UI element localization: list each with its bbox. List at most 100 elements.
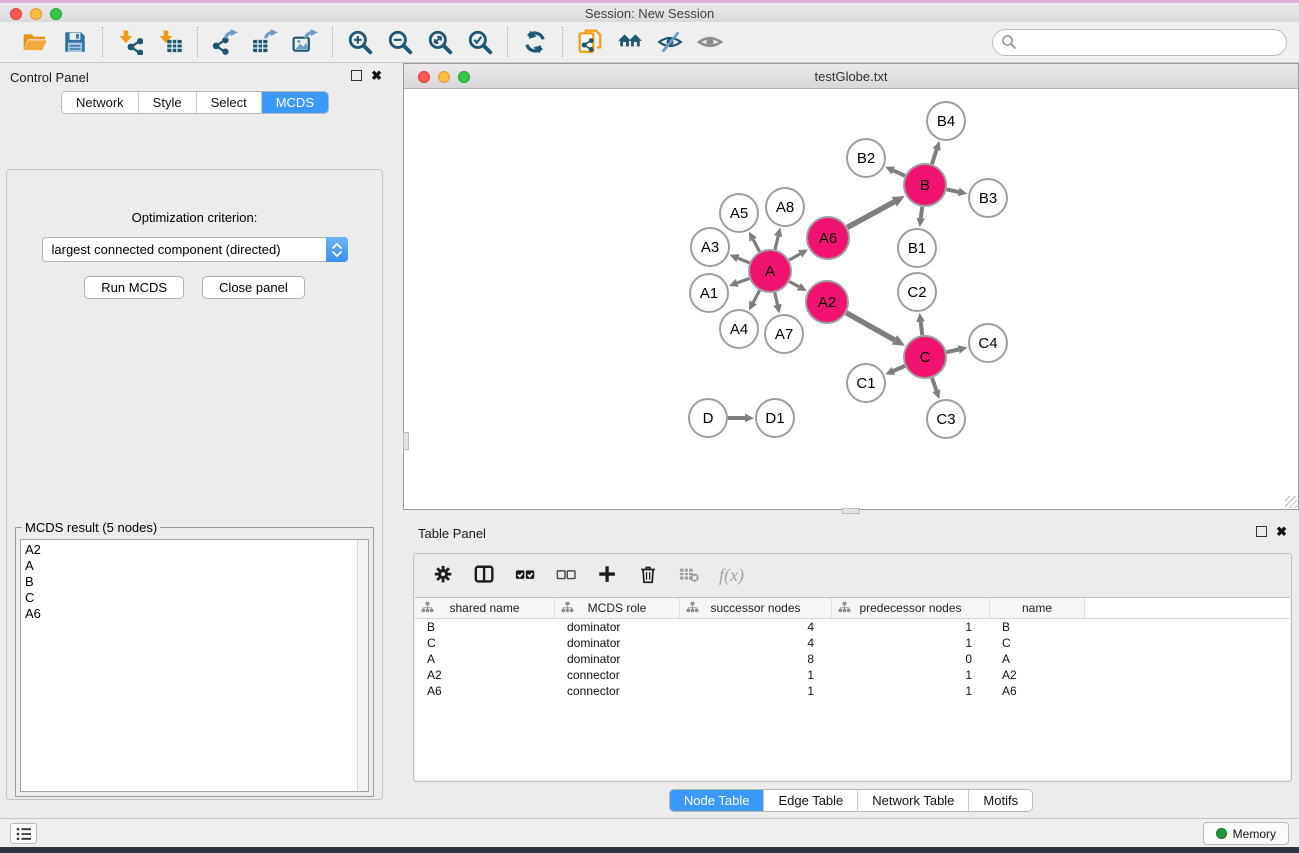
cell-MCDS-role[interactable]: dominator xyxy=(555,619,680,635)
table-float-icon[interactable] xyxy=(1256,526,1267,537)
cell-shared-name[interactable]: C xyxy=(415,635,555,651)
cell-successor-nodes[interactable]: 4 xyxy=(680,619,832,635)
network-canvas[interactable]: B4B2BB3A8A5A6B1A3AC2A1A2A4A7C4CC1C3DD1 xyxy=(404,89,1298,509)
cell-successor-nodes[interactable]: 1 xyxy=(680,667,832,683)
refresh-icon[interactable] xyxy=(520,27,550,57)
show-eye-icon[interactable] xyxy=(695,27,725,57)
node-A[interactable]: A xyxy=(749,250,791,292)
edge-D-D1[interactable] xyxy=(728,414,754,423)
zoom-selected-icon[interactable] xyxy=(465,27,495,57)
node-A6[interactable]: A6 xyxy=(807,217,849,259)
delete-column-icon[interactable] xyxy=(637,563,661,587)
node-A7[interactable]: A7 xyxy=(765,315,803,353)
zoom-fit-icon[interactable] xyxy=(425,27,455,57)
search-input[interactable] xyxy=(992,29,1287,56)
result-item[interactable]: A2 xyxy=(25,542,364,558)
result-item[interactable]: B xyxy=(25,574,364,590)
node-B1[interactable]: B1 xyxy=(898,229,936,267)
tab-network[interactable]: Network xyxy=(62,92,139,113)
node-A4[interactable]: A4 xyxy=(720,310,758,348)
task-history-button[interactable] xyxy=(10,823,37,844)
cell-shared-name[interactable]: B xyxy=(415,619,555,635)
column-header-successor-nodes[interactable]: successor nodes xyxy=(680,598,832,618)
edge-A-A7[interactable] xyxy=(773,292,781,313)
tab-style[interactable]: Style xyxy=(139,92,197,113)
result-item[interactable]: A6 xyxy=(25,606,364,622)
table-row[interactable]: A6connector11A6 xyxy=(415,683,1290,699)
close-panel-icon[interactable]: ✖ xyxy=(371,70,382,81)
table-tab-edge-table[interactable]: Edge Table xyxy=(764,790,858,811)
deselect-all-icon[interactable] xyxy=(555,563,579,587)
import-table-icon[interactable] xyxy=(155,27,185,57)
cell-predecessor-nodes[interactable]: 1 xyxy=(832,619,990,635)
cell-predecessor-nodes[interactable]: 1 xyxy=(832,635,990,651)
cell-predecessor-nodes[interactable]: 1 xyxy=(832,683,990,699)
table-row[interactable]: Bdominator41B xyxy=(415,619,1290,635)
cell-successor-nodes[interactable]: 1 xyxy=(680,683,832,699)
cell-name[interactable]: A2 xyxy=(990,667,1085,683)
hide-panel-icon[interactable] xyxy=(655,27,685,57)
criterion-select[interactable]: largest connected component (directed) xyxy=(42,237,348,262)
cell-name[interactable]: A xyxy=(990,651,1085,667)
run-mcds-button[interactable]: Run MCDS xyxy=(84,276,184,299)
edge-C-C2[interactable] xyxy=(916,313,924,335)
node-C1[interactable]: C1 xyxy=(847,364,885,402)
horizontal-scroll-stub[interactable] xyxy=(842,508,860,514)
cell-shared-name[interactable]: A2 xyxy=(415,667,555,683)
edge-A-A5[interactable] xyxy=(749,232,760,252)
node-C2[interactable]: C2 xyxy=(898,273,936,311)
node-B4[interactable]: B4 xyxy=(927,102,965,140)
node-B3[interactable]: B3 xyxy=(969,179,1007,217)
zoom-out-icon[interactable] xyxy=(385,27,415,57)
select-all-icon[interactable] xyxy=(514,563,538,587)
memory-button[interactable]: Memory xyxy=(1203,822,1289,845)
close-panel-button[interactable]: Close panel xyxy=(202,276,305,299)
table-row[interactable]: A2connector11A2 xyxy=(415,667,1290,683)
edge-B-B2[interactable] xyxy=(885,167,905,176)
edge-B-B1[interactable] xyxy=(917,207,925,227)
edge-A-A4[interactable] xyxy=(749,290,760,310)
export-network-icon[interactable] xyxy=(210,27,240,57)
duplicate-network-icon[interactable] xyxy=(575,27,605,57)
vertical-scroll-stub[interactable] xyxy=(403,432,409,450)
table-tab-motifs[interactable]: Motifs xyxy=(969,790,1032,811)
cell-successor-nodes[interactable]: 4 xyxy=(680,635,832,651)
result-scrollbar[interactable] xyxy=(357,540,368,791)
cell-MCDS-role[interactable]: connector xyxy=(555,683,680,699)
table-tab-network-table[interactable]: Network Table xyxy=(858,790,969,811)
cell-shared-name[interactable]: A6 xyxy=(415,683,555,699)
cell-MCDS-role[interactable]: connector xyxy=(555,667,680,683)
home-view-icon[interactable] xyxy=(615,27,645,57)
result-item[interactable]: C xyxy=(25,590,364,606)
mcds-result-list[interactable]: A2ABCA6 xyxy=(20,539,369,792)
cell-MCDS-role[interactable]: dominator xyxy=(555,651,680,667)
node-A8[interactable]: A8 xyxy=(766,188,804,226)
cell-predecessor-nodes[interactable]: 1 xyxy=(832,667,990,683)
edge-A6-B[interactable] xyxy=(847,196,905,227)
node-table[interactable]: shared nameMCDS rolesuccessor nodesprede… xyxy=(415,597,1290,780)
edge-C-C4[interactable] xyxy=(946,345,967,353)
node-B[interactable]: B xyxy=(904,164,946,206)
cell-name[interactable]: B xyxy=(990,619,1085,635)
edge-C-C1[interactable] xyxy=(885,366,905,375)
cell-shared-name[interactable]: A xyxy=(415,651,555,667)
table-tab-node-table[interactable]: Node Table xyxy=(670,790,765,811)
resize-grip-icon[interactable] xyxy=(1285,496,1297,508)
edge-A-A2[interactable] xyxy=(789,282,806,292)
cell-predecessor-nodes[interactable]: 0 xyxy=(832,651,990,667)
add-column-icon[interactable] xyxy=(596,563,620,587)
column-header-shared-name[interactable]: shared name xyxy=(415,598,555,618)
cell-name[interactable]: C xyxy=(990,635,1085,651)
edge-A2-C[interactable] xyxy=(846,313,905,346)
edge-A-A6[interactable] xyxy=(789,249,808,260)
edge-A-A3[interactable] xyxy=(729,254,749,263)
zoom-in-icon[interactable] xyxy=(345,27,375,57)
node-A3[interactable]: A3 xyxy=(691,228,729,266)
node-D[interactable]: D xyxy=(689,399,727,437)
node-B2[interactable]: B2 xyxy=(847,139,885,177)
table-close-icon[interactable]: ✖ xyxy=(1276,526,1287,537)
edge-B-B4[interactable] xyxy=(932,141,941,164)
cell-successor-nodes[interactable]: 8 xyxy=(680,651,832,667)
node-C3[interactable]: C3 xyxy=(927,400,965,438)
edge-A-A1[interactable] xyxy=(729,278,750,286)
